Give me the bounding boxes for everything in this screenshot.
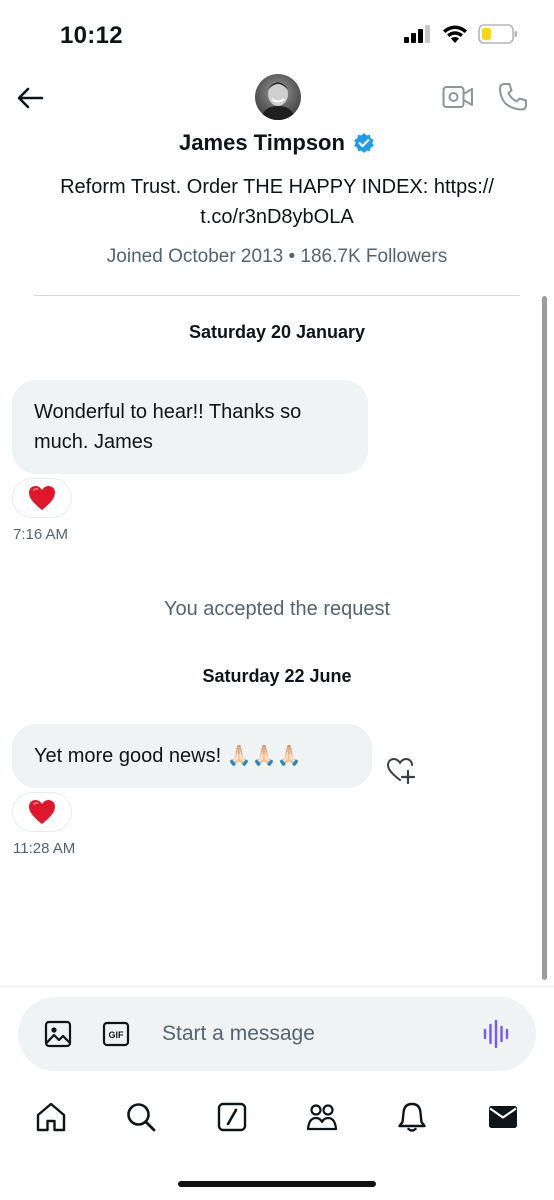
profile-joined: Joined October 2013 • 186.7K Followers [106,246,448,267]
message-bubble[interactable]: Yet more good news! 🙏🏻🙏🏻🙏🏻 [12,724,372,788]
message-timestamp: 11:28 AM [13,840,76,857]
gif-icon: GIF [102,1021,130,1047]
scrollbar[interactable] [542,296,547,980]
back-arrow-icon [17,87,44,109]
video-call-icon [442,86,473,108]
phone-icon [499,83,527,111]
status-bar: 10:12 [0,0,554,70]
contact-name-row[interactable]: James Timpson [0,130,554,156]
add-gif-button[interactable]: GIF [102,1020,130,1053]
nav-search[interactable] [121,1097,161,1137]
nav-notifications[interactable] [392,1097,432,1137]
phone-call-button[interactable] [498,82,528,117]
messages-icon [488,1106,517,1128]
wifi-icon [443,25,467,43]
signal-icon [404,25,430,43]
search-icon [127,1103,156,1132]
message-text-line-2: much. James [34,431,153,453]
add-image-button[interactable] [44,1020,72,1053]
gif-label: GIF [109,1030,125,1040]
verified-badge-icon [354,133,374,153]
system-message: You accepted the request [163,598,391,620]
divider [34,295,520,296]
contact-name: James Timpson [179,130,345,155]
message-timestamp: 7:16 AM [13,526,69,543]
back-button[interactable] [14,82,46,114]
date-separator: Saturday 20 January [188,322,366,342]
add-reaction-button[interactable] [386,756,416,789]
profile-bio: Reform Trust. Order THE HAPPY INDEX: htt… [0,172,554,232]
add-reaction-icon [386,757,416,785]
voice-message-button[interactable] [482,1019,512,1054]
grok-icon [217,1102,247,1132]
heart-reaction[interactable] [12,792,72,832]
home-icon [36,1102,66,1132]
bottom-navigation [0,1092,554,1142]
status-time: 10:12 [60,22,123,49]
heart-icon [29,800,55,824]
message-composer: GIF [18,997,536,1071]
heart-icon [29,486,55,510]
composer-bar: GIF [0,986,554,1076]
message-bubble[interactable]: Wonderful to hear!! Thanks so much. Jame… [12,380,368,474]
conversation-header: James Timpson [0,70,554,170]
message-input[interactable] [162,1019,452,1049]
home-indicator[interactable] [178,1181,376,1187]
video-call-button[interactable] [442,84,474,115]
heart-reaction[interactable] [12,478,72,518]
battery-icon [478,24,517,44]
nav-grok[interactable] [212,1097,252,1137]
nav-communities[interactable] [302,1097,342,1137]
avatar[interactable] [255,74,301,120]
nav-home[interactable] [31,1097,71,1137]
nav-messages[interactable] [483,1097,523,1137]
notifications-icon [398,1102,427,1132]
bio-line-1: Reform Trust. Order THE HAPPY INDEX: htt… [60,176,494,198]
image-icon [44,1020,72,1048]
message-text: Yet more good news! 🙏🏻🙏🏻🙏🏻 [34,745,302,767]
status-icons [404,24,518,44]
avatar-portrait [261,82,295,120]
voice-message-icon [483,1019,509,1049]
date-separator: Saturday 22 June [202,666,352,686]
bio-link[interactable]: t.co/r3nD8ybOLA [0,202,554,232]
communities-icon [307,1104,338,1131]
message-text-line-1: Wonderful to hear!! Thanks so [34,401,302,423]
